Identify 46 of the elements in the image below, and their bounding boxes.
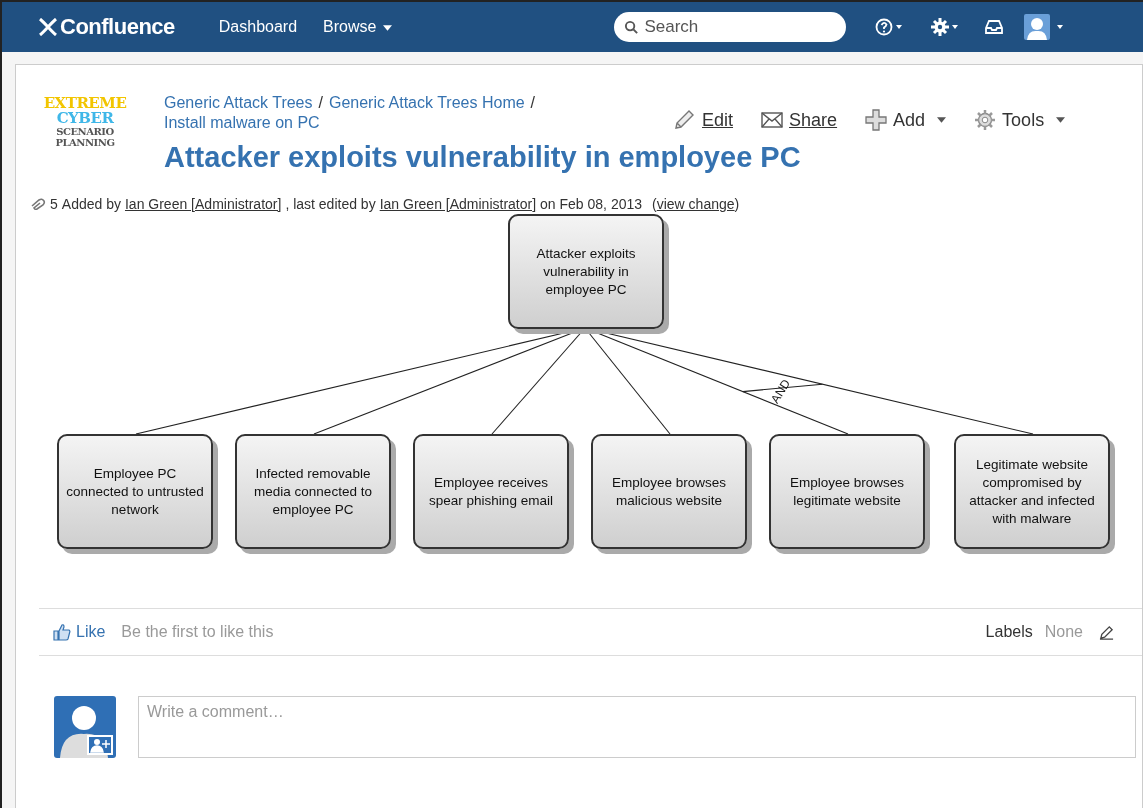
breadcrumb-separator: / [318,93,323,113]
caret-icon [1056,117,1066,123]
caret-icon [383,24,393,31]
toolbar-button[interactable]: Add [865,109,947,131]
meta-date: on Feb 08, 2013 [540,196,643,212]
pencil-icon[interactable] [1099,624,1114,640]
nav-link[interactable]: Dashboard [218,18,298,36]
nav-link[interactable]: Browse [323,18,393,36]
search-icon [624,20,640,35]
breadcrumb-link[interactable]: Generic Attack Trees [164,93,313,113]
logo-text: PLANNING [55,138,115,148]
paperclip-icon [30,198,46,210]
breadcrumb-link[interactable]: Generic Attack Trees Home [328,93,525,113]
brand-logo[interactable]: Confluence [38,14,175,40]
pencil-icon [672,108,696,132]
search-field[interactable]: Search [614,12,847,42]
plus-icon [865,109,888,131]
toolbar-button[interactable]: Tools [974,109,1066,131]
attachment-count: 5 [50,196,58,212]
labels-value: None [1044,623,1083,641]
avatar-icon [54,696,116,758]
logo-text: SCENARIO [56,127,114,137]
comment-field[interactable]: Write a comment… [138,696,1136,758]
like-button[interactable]: Like [53,623,106,641]
breadcrumb-separator: / [530,93,536,113]
caret-icon [937,117,947,123]
meta-text: , last edited by [285,196,376,212]
toolbar-button[interactable]: Share [761,109,838,131]
author-link[interactable]: Ian Green [Administrator] [124,196,282,212]
logo-text: CYBER [56,111,114,126]
labels-heading: Labels [985,623,1033,641]
parenthesis: ( [652,196,657,212]
thumbs-up-icon [53,623,71,641]
toolbar-button[interactable]: Edit [672,108,734,132]
parenthesis: ) [734,196,740,212]
like-hint: Be the first to like this [121,623,274,641]
view-change-link[interactable]: view change [656,196,735,212]
editor-link[interactable]: Ian Green [Administrator] [379,196,537,212]
meta-text: Added by [61,196,121,212]
logo-text: EXTREME [43,96,127,111]
envelope-icon [761,112,784,128]
page-title: Attacker exploits vulnerability in employee PC [164,141,802,174]
breadcrumb-link[interactable]: Install malware on PC [164,113,320,133]
gear-icon [974,109,997,131]
inbox-icon[interactable] [984,19,1005,35]
logo-icon [38,18,58,36]
